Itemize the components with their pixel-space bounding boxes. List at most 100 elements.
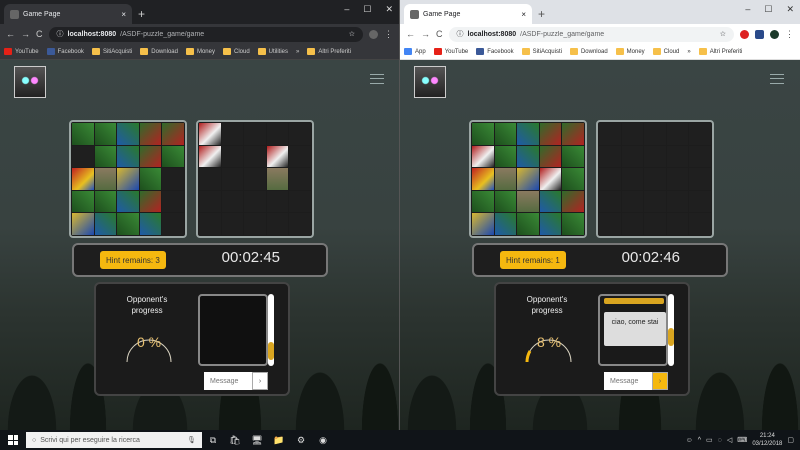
empty-slot[interactable] <box>72 145 94 168</box>
back-button[interactable]: ← <box>406 29 415 39</box>
cat-logo[interactable] <box>414 66 446 98</box>
empty-slot[interactable] <box>689 145 711 168</box>
empty-slot[interactable] <box>689 190 711 213</box>
new-tab-button[interactable]: + <box>538 7 545 21</box>
bookmark-folder[interactable]: Money <box>615 48 645 55</box>
empty-slot[interactable] <box>199 190 221 213</box>
keyboard-icon[interactable]: ⌨ <box>737 436 747 444</box>
empty-slot[interactable] <box>289 145 311 168</box>
empty-slot[interactable] <box>644 145 666 168</box>
bookmark-star-icon[interactable]: ☆ <box>720 30 726 38</box>
puzzle-piece[interactable] <box>539 145 562 168</box>
puzzle-piece[interactable] <box>517 168 539 190</box>
chrome-icon[interactable]: ◉ <box>312 430 334 450</box>
placed-piece[interactable] <box>266 168 289 190</box>
placed-piece[interactable] <box>199 145 221 168</box>
new-tab-button[interactable]: + <box>138 7 145 21</box>
puzzle-piece[interactable] <box>139 213 162 235</box>
message-input[interactable] <box>604 372 652 390</box>
taskbar-search[interactable]: ○ Scrivi qui per eseguire la ricerca 🎙 <box>26 432 202 448</box>
empty-slot[interactable] <box>221 190 244 213</box>
settings-icon[interactable]: ⚙ <box>290 430 312 450</box>
maximize-button[interactable]: ☐ <box>764 4 772 15</box>
empty-slot[interactable] <box>289 213 311 235</box>
empty-slot[interactable] <box>266 190 289 213</box>
bookmark-youtube[interactable]: YouTube <box>433 48 468 55</box>
puzzle-piece[interactable] <box>139 168 162 190</box>
empty-slot[interactable] <box>162 190 184 213</box>
empty-slot[interactable] <box>666 123 689 145</box>
puzzle-piece[interactable] <box>472 190 494 213</box>
empty-slot[interactable] <box>666 168 689 190</box>
puzzle-piece[interactable] <box>517 190 539 213</box>
puzzle-piece[interactable] <box>139 190 162 213</box>
chat-scrollbar[interactable] <box>268 294 274 366</box>
puzzle-piece[interactable] <box>94 123 117 145</box>
puzzle-piece[interactable] <box>117 190 139 213</box>
puzzle-piece[interactable] <box>539 123 562 145</box>
puzzle-piece[interactable] <box>72 213 94 235</box>
start-button[interactable] <box>0 430 26 450</box>
minimize-button[interactable]: – <box>344 4 349 15</box>
browser-tab[interactable]: Game Page × <box>404 4 532 24</box>
browser-tab[interactable]: Game Page × <box>4 4 132 24</box>
placed-piece[interactable] <box>199 123 221 145</box>
notifications-icon[interactable]: ▢ <box>787 436 794 444</box>
puzzle-piece[interactable] <box>562 123 584 145</box>
puzzle-piece[interactable] <box>539 213 562 235</box>
puzzle-piece[interactable] <box>539 168 562 190</box>
bookmark-facebook[interactable]: Facebook <box>476 48 514 55</box>
empty-slot[interactable] <box>221 168 244 190</box>
send-button[interactable]: › <box>252 372 268 390</box>
puzzle-piece[interactable] <box>72 123 94 145</box>
bookmark-folder[interactable]: Cloud <box>222 48 250 55</box>
puzzle-piece[interactable] <box>494 168 517 190</box>
message-input[interactable] <box>204 372 252 390</box>
puzzle-piece[interactable] <box>517 213 539 235</box>
empty-slot[interactable] <box>244 168 266 190</box>
empty-slot[interactable] <box>689 123 711 145</box>
empty-slot[interactable] <box>289 168 311 190</box>
bookmark-folder[interactable]: SitiAcquisti <box>521 48 562 55</box>
info-icon[interactable]: ⓘ <box>57 29 64 39</box>
bookmark-folder[interactable]: SitiAcquisti <box>91 48 132 55</box>
reload-button[interactable]: C <box>436 29 443 39</box>
empty-slot[interactable] <box>689 168 711 190</box>
puzzle-piece[interactable] <box>562 190 584 213</box>
task-view-icon[interactable]: ⧉ <box>202 430 224 450</box>
bookmark-folder[interactable]: Download <box>140 48 178 55</box>
puzzle-piece[interactable] <box>517 145 539 168</box>
puzzle-piece[interactable] <box>472 123 494 145</box>
file-explorer-icon[interactable]: 📁 <box>268 430 290 450</box>
hamburger-menu-icon[interactable] <box>770 74 784 84</box>
empty-slot[interactable] <box>221 123 244 145</box>
puzzle-piece[interactable] <box>494 123 517 145</box>
puzzle-piece[interactable] <box>162 145 184 168</box>
empty-slot[interactable] <box>289 123 311 145</box>
hint-button[interactable]: Hint remains: 3 <box>100 251 166 269</box>
empty-slot[interactable] <box>621 168 644 190</box>
info-icon[interactable]: ⓘ <box>457 29 464 39</box>
reload-button[interactable]: C <box>36 29 43 39</box>
puzzle-piece[interactable] <box>117 123 139 145</box>
empty-slot[interactable] <box>599 168 621 190</box>
empty-slot[interactable] <box>162 213 184 235</box>
empty-slot[interactable] <box>266 123 289 145</box>
send-button[interactable]: › <box>652 372 668 390</box>
browser-menu-button[interactable]: ⋮ <box>384 29 393 40</box>
cat-logo[interactable] <box>14 66 46 98</box>
empty-slot[interactable] <box>599 145 621 168</box>
system-clock[interactable]: 21:24 03/12/2018 <box>752 432 782 448</box>
empty-slot[interactable] <box>621 190 644 213</box>
empty-slot[interactable] <box>644 213 666 235</box>
empty-slot[interactable] <box>244 213 266 235</box>
puzzle-piece[interactable] <box>117 168 139 190</box>
puzzle-piece[interactable] <box>72 168 94 190</box>
minimize-button[interactable]: – <box>745 4 750 15</box>
empty-slot[interactable] <box>621 213 644 235</box>
network-icon[interactable]: ◌ <box>718 437 722 444</box>
chat-box[interactable] <box>198 294 268 366</box>
show-hidden-icons[interactable]: ^ <box>698 437 701 444</box>
bookmark-folder[interactable]: Utilities <box>257 48 288 55</box>
browser-menu-button[interactable]: ⋮ <box>785 29 794 40</box>
